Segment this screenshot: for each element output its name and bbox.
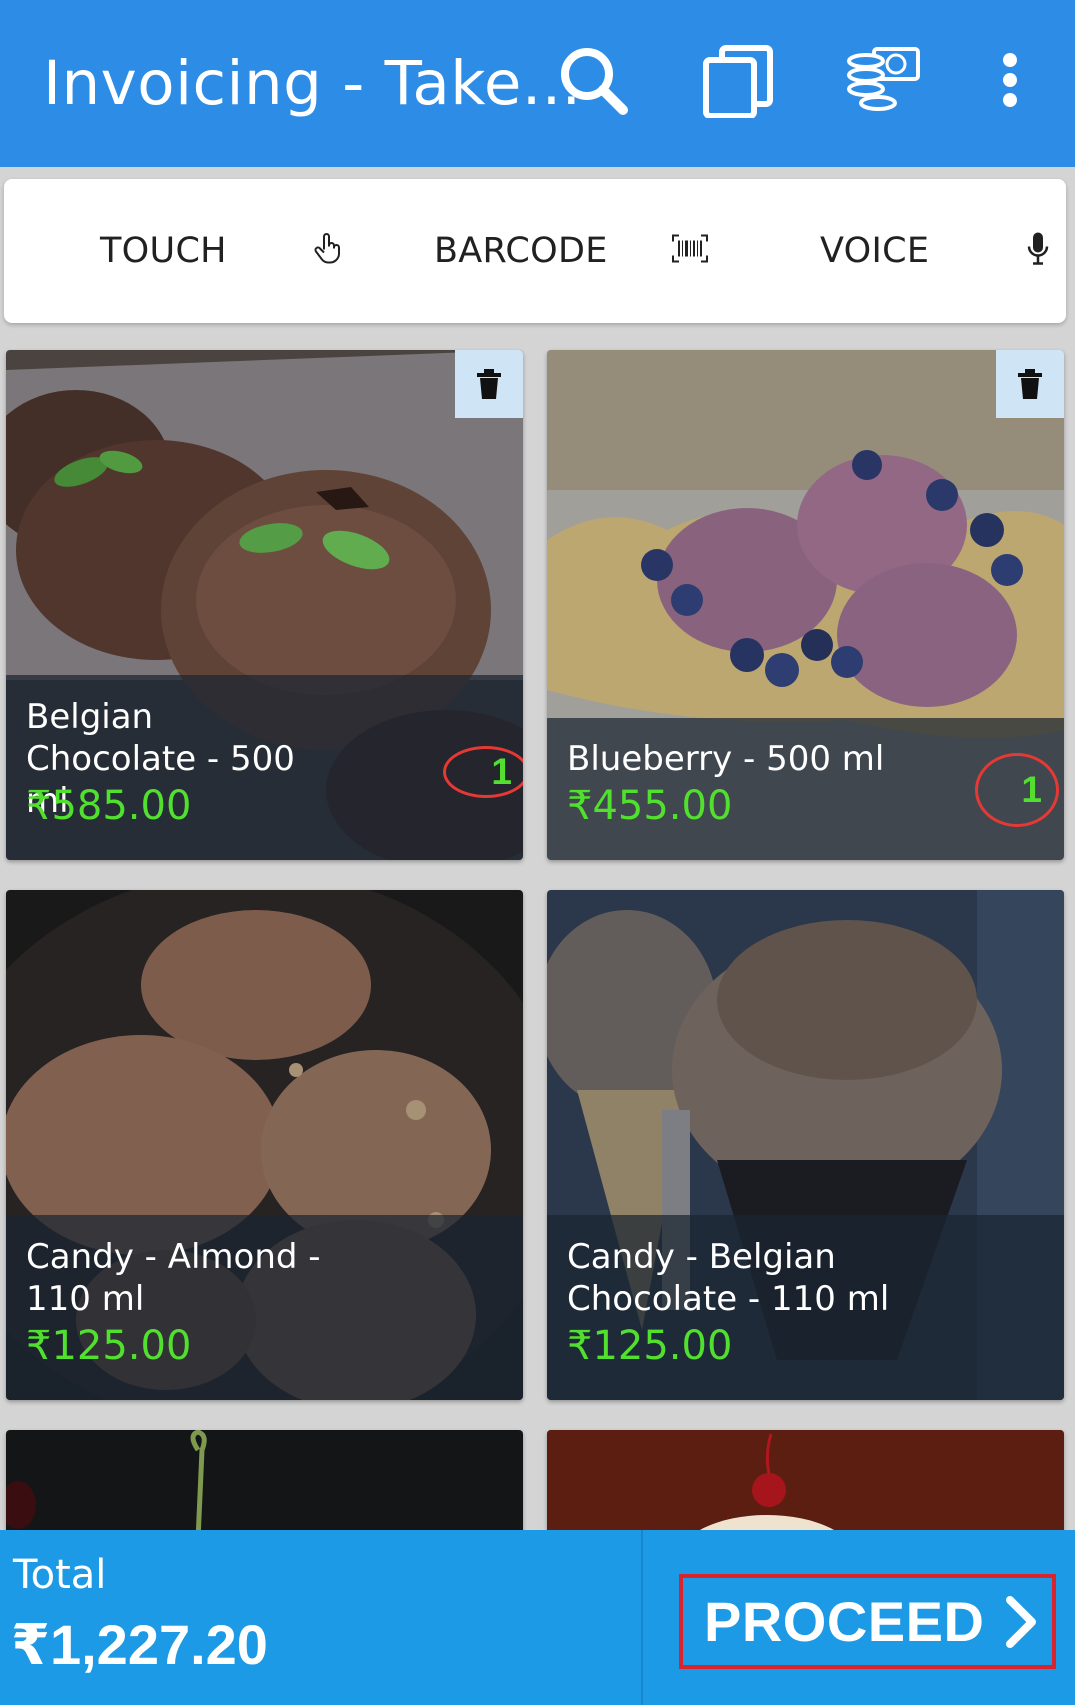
proceed-label: PROCEED <box>704 1590 985 1653</box>
app-title: Invoicing - Take... <box>43 48 582 119</box>
mode-voice[interactable]: VOICE <box>820 179 1060 323</box>
mode-barcode[interactable]: BARCODE <box>434 179 724 323</box>
more-vert-icon[interactable] <box>970 40 1050 120</box>
delete-button[interactable] <box>455 350 523 418</box>
touch-hand-icon <box>312 232 346 271</box>
input-mode-selector: TOUCH BARCODE VOICE <box>4 179 1066 323</box>
total-label: Total <box>13 1552 107 1598</box>
delete-button[interactable] <box>996 350 1064 418</box>
barcode-icon <box>672 234 708 268</box>
product-info: Blueberry - 500 ml ₹455.00 1 <box>547 718 1064 860</box>
product-name: Blueberry - 500 ml <box>567 739 885 779</box>
product-name: Candy - Belgian Chocolate - 110 ml <box>567 1237 890 1319</box>
quantity-badge: 1 <box>443 746 523 798</box>
product-card-belgian-chocolate[interactable]: Belgian Chocolate - 500 ml ₹585.00 1 <box>6 350 523 860</box>
mode-touch[interactable]: TOUCH <box>100 179 380 323</box>
product-price: ₹585.00 <box>26 783 192 829</box>
product-card[interactable] <box>547 1430 1064 1540</box>
mode-barcode-label: BARCODE <box>434 231 608 271</box>
product-price: ₹455.00 <box>567 783 733 829</box>
product-price: ₹125.00 <box>567 1323 733 1369</box>
product-card-candy-belgian-chocolate[interactable]: Candy - Belgian Chocolate - 110 ml ₹125.… <box>547 890 1064 1400</box>
product-card[interactable] <box>6 1430 523 1540</box>
mode-touch-label: TOUCH <box>100 231 227 271</box>
product-info: Candy - Almond - 110 ml ₹125.00 <box>6 1215 523 1400</box>
product-price: ₹125.00 <box>26 1323 192 1369</box>
divider <box>641 1530 643 1705</box>
chevron-right-icon <box>1002 1596 1038 1653</box>
trash-icon <box>477 369 501 399</box>
product-info: Candy - Belgian Chocolate - 110 ml ₹125.… <box>547 1215 1064 1400</box>
mode-voice-label: VOICE <box>820 231 930 271</box>
proceed-button[interactable]: PROCEED <box>679 1574 1056 1669</box>
quantity-badge: 1 <box>975 753 1059 827</box>
total-amount: ₹1,227.20 <box>11 1613 268 1676</box>
trash-icon <box>1018 369 1042 399</box>
copy-icon[interactable] <box>698 40 778 120</box>
product-image <box>6 1430 523 1540</box>
product-image <box>547 1430 1064 1540</box>
checkout-bar: Total ₹1,227.20 PROCEED <box>0 1530 1075 1705</box>
product-info: Belgian Chocolate - 500 ml ₹585.00 1 <box>6 675 523 860</box>
product-card-blueberry[interactable]: Blueberry - 500 ml ₹455.00 1 <box>547 350 1064 860</box>
mic-icon <box>1026 232 1050 271</box>
app-bar: Invoicing - Take... <box>0 0 1075 167</box>
product-card-candy-almond[interactable]: Candy - Almond - 110 ml ₹125.00 <box>6 890 523 1400</box>
search-icon[interactable] <box>553 40 633 120</box>
product-name: Candy - Almond - 110 ml <box>26 1237 321 1319</box>
cash-coins-icon[interactable] <box>843 40 923 120</box>
